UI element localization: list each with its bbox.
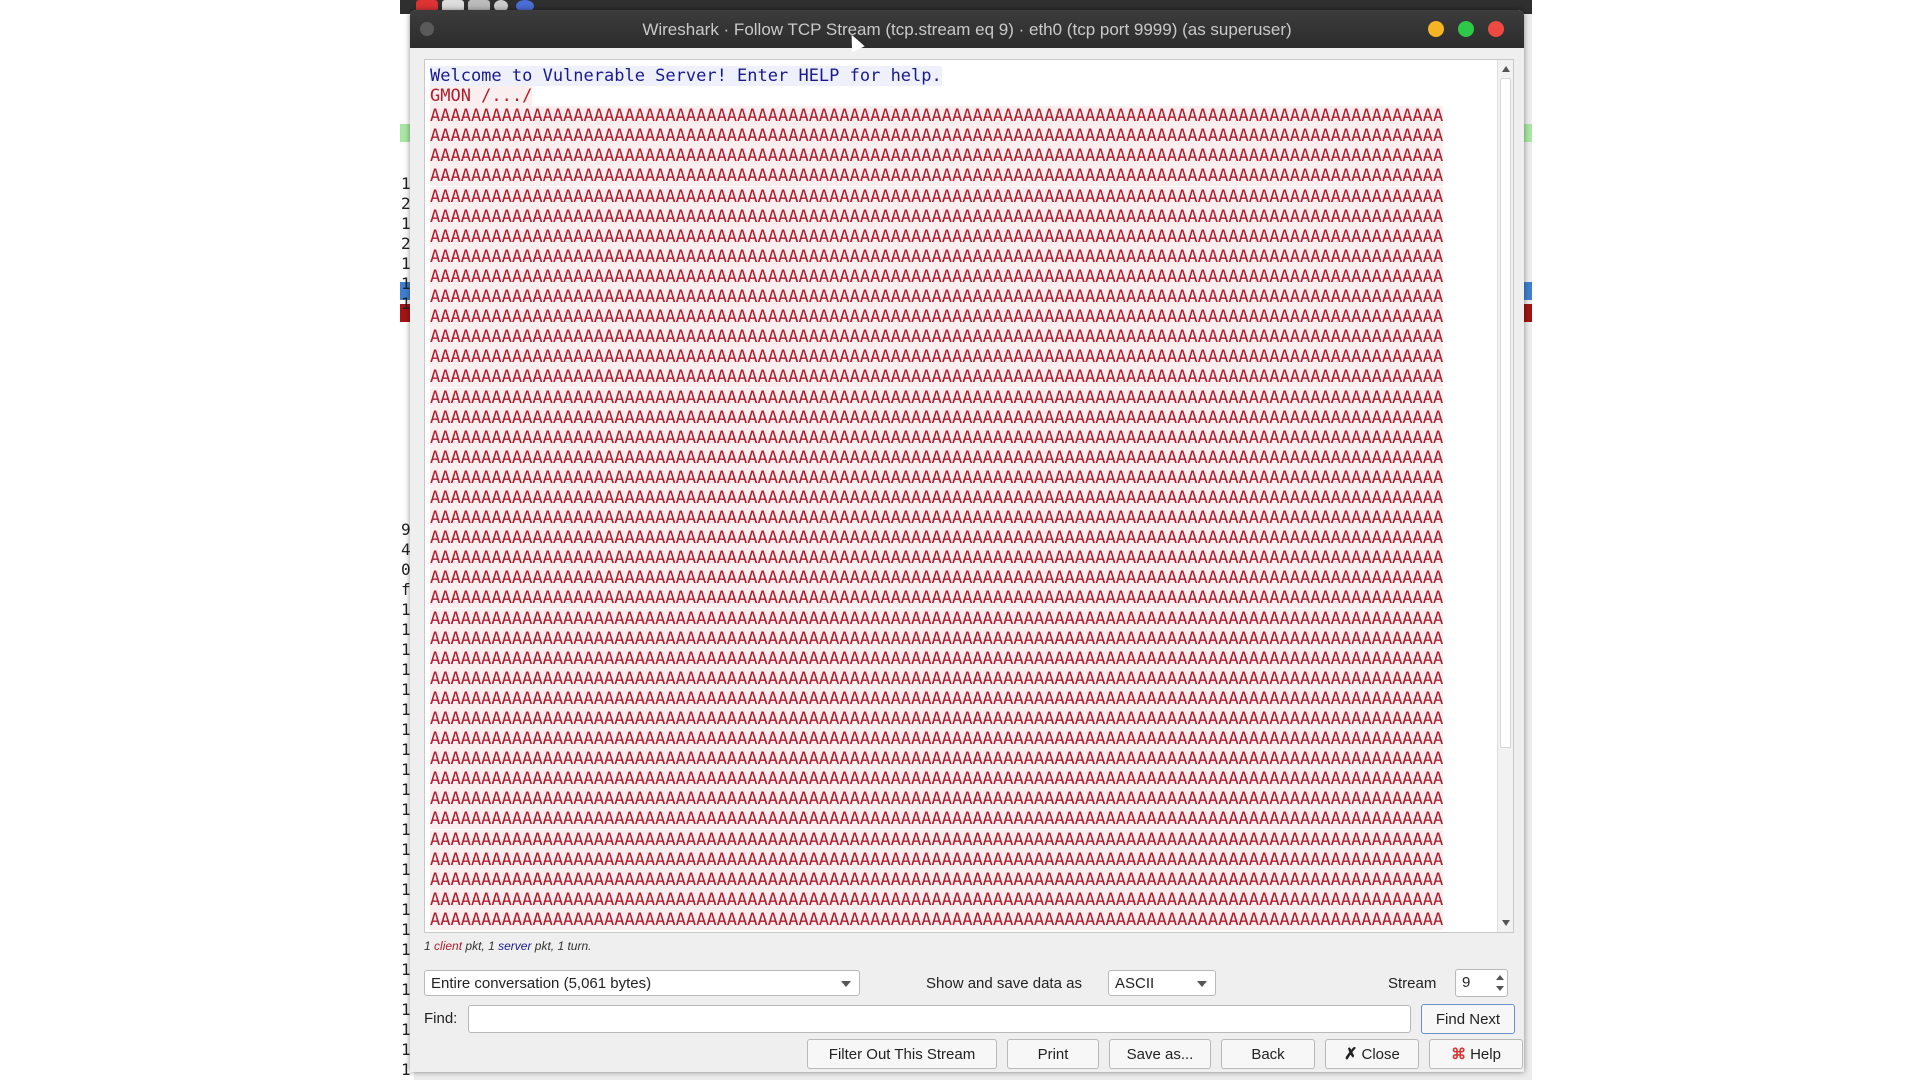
payload-row: AAAAAAAAAAAAAAAAAAAAAAAAAAAAAAAAAAAAAAAA… <box>430 487 1444 508</box>
find-next-button[interactable]: Find Next <box>1421 1004 1515 1034</box>
scroll-down-icon[interactable] <box>1502 920 1510 926</box>
summary-client-count: 1 <box>424 939 431 953</box>
stream-content-area[interactable]: Welcome to Vulnerable Server! Enter HELP… <box>424 59 1514 933</box>
data-format-value: ASCII <box>1115 975 1155 992</box>
show-data-label: Show and save data as <box>926 975 1082 992</box>
spin-up-icon[interactable] <box>1496 975 1504 980</box>
payload-row: AAAAAAAAAAAAAAAAAAAAAAAAAAAAAAAAAAAAAAAA… <box>430 769 1444 790</box>
payload-row: AAAAAAAAAAAAAAAAAAAAAAAAAAAAAAAAAAAAAAAA… <box>430 467 1444 488</box>
payload-row: AAAAAAAAAAAAAAAAAAAAAAAAAAAAAAAAAAAAAAAA… <box>430 347 1444 368</box>
conversation-select-value: Entire conversation (5,061 bytes) <box>431 975 652 992</box>
filter-out-label: Filter Out This Stream <box>828 1045 976 1063</box>
payload-row: AAAAAAAAAAAAAAAAAAAAAAAAAAAAAAAAAAAAAAAA… <box>430 327 1444 348</box>
window-close-button[interactable] <box>1488 21 1504 37</box>
payload-row: AAAAAAAAAAAAAAAAAAAAAAAAAAAAAAAAAAAAAAAA… <box>430 729 1444 750</box>
payload-row: AAAAAAAAAAAAAAAAAAAAAAAAAAAAAAAAAAAAAAAA… <box>430 106 1444 127</box>
payload-row: AAAAAAAAAAAAAAAAAAAAAAAAAAAAAAAAAAAAAAAA… <box>430 307 1444 328</box>
chevron-down-icon <box>1197 981 1207 987</box>
print-label: Print <box>1037 1045 1069 1063</box>
help-label: Help <box>1470 1045 1501 1063</box>
payload-row: AAAAAAAAAAAAAAAAAAAAAAAAAAAAAAAAAAAAAAAA… <box>430 126 1444 147</box>
maximize-button[interactable] <box>1458 21 1474 37</box>
summary-client-word: client <box>434 939 463 953</box>
payload-row: AAAAAAAAAAAAAAAAAAAAAAAAAAAAAAAAAAAAAAAA… <box>430 186 1444 207</box>
back-label: Back <box>1251 1045 1285 1063</box>
server-message: Welcome to Vulnerable Server! Enter HELP… <box>430 66 942 86</box>
payload-row: AAAAAAAAAAAAAAAAAAAAAAAAAAAAAAAAAAAAAAAA… <box>430 608 1444 629</box>
payload-row: AAAAAAAAAAAAAAAAAAAAAAAAAAAAAAAAAAAAAAAA… <box>430 668 1444 689</box>
save-as-label: Save as... <box>1126 1045 1194 1063</box>
payload-row: AAAAAAAAAAAAAAAAAAAAAAAAAAAAAAAAAAAAAAAA… <box>430 266 1444 287</box>
minimize-button[interactable] <box>1428 21 1444 37</box>
chevron-down-icon <box>841 981 851 987</box>
payload-row: AAAAAAAAAAAAAAAAAAAAAAAAAAAAAAAAAAAAAAAA… <box>430 688 1444 709</box>
packet-turn-summary: 1 client pkt, 1 server pkt, 1 turn. <box>424 939 591 953</box>
payload-row: AAAAAAAAAAAAAAAAAAAAAAAAAAAAAAAAAAAAAAAA… <box>430 427 1444 448</box>
payload-row: AAAAAAAAAAAAAAAAAAAAAAAAAAAAAAAAAAAAAAAA… <box>430 869 1444 890</box>
payload-row: AAAAAAAAAAAAAAAAAAAAAAAAAAAAAAAAAAAAAAAA… <box>430 447 1444 468</box>
payload-row: AAAAAAAAAAAAAAAAAAAAAAAAAAAAAAAAAAAAAAAA… <box>430 508 1444 529</box>
close-icon: ✗ <box>1344 1046 1358 1063</box>
dialog-titlebar[interactable]: Wireshark · Follow TCP Stream (tcp.strea… <box>410 10 1524 53</box>
stream-number-spinbox[interactable]: 9 <box>1455 969 1508 997</box>
payload-row: AAAAAAAAAAAAAAAAAAAAAAAAAAAAAAAAAAAAAAAA… <box>430 287 1444 308</box>
stream-text[interactable]: Welcome to Vulnerable Server! Enter HELP… <box>430 66 1490 930</box>
payload-row: AAAAAAAAAAAAAAAAAAAAAAAAAAAAAAAAAAAAAAAA… <box>430 648 1444 669</box>
scrollbar-thumb[interactable] <box>1500 78 1511 748</box>
vertical-scrollbar[interactable] <box>1497 60 1513 932</box>
stream-number-label: Stream <box>1388 975 1437 992</box>
help-icon: ⌘ <box>1451 1046 1467 1063</box>
payload-row: AAAAAAAAAAAAAAAAAAAAAAAAAAAAAAAAAAAAAAAA… <box>430 246 1444 267</box>
payload-row: AAAAAAAAAAAAAAAAAAAAAAAAAAAAAAAAAAAAAAAA… <box>430 709 1444 729</box>
summary-middle: pkt, 1 <box>465 939 495 953</box>
payload-row: AAAAAAAAAAAAAAAAAAAAAAAAAAAAAAAAAAAAAAAA… <box>430 789 1444 810</box>
client-payload-block: AAAAAAAAAAAAAAAAAAAAAAAAAAAAAAAAAAAAAAAA… <box>430 106 1444 930</box>
payload-row: AAAAAAAAAAAAAAAAAAAAAAAAAAAAAAAAAAAAAAAA… <box>430 809 1444 830</box>
find-input[interactable] <box>468 1005 1411 1033</box>
save-as-button[interactable]: Save as... <box>1109 1039 1211 1069</box>
stream-number-value: 9 <box>1462 974 1471 991</box>
filter-out-stream-button[interactable]: Filter Out This Stream <box>807 1039 997 1069</box>
back-button[interactable]: Back <box>1221 1039 1315 1069</box>
payload-row: AAAAAAAAAAAAAAAAAAAAAAAAAAAAAAAAAAAAAAAA… <box>430 166 1444 187</box>
payload-row: AAAAAAAAAAAAAAAAAAAAAAAAAAAAAAAAAAAAAAAA… <box>430 889 1444 910</box>
payload-row: AAAAAAAAAAAAAAAAAAAAAAAAAAAAAAAAAAAAAAAA… <box>430 226 1444 247</box>
close-label: Close <box>1361 1045 1400 1063</box>
close-button[interactable]: ✗ Close <box>1325 1039 1419 1069</box>
payload-row: AAAAAAAAAAAAAAAAAAAAAAAAAAAAAAAAAAAAAAAA… <box>430 367 1444 388</box>
print-button[interactable]: Print <box>1007 1039 1099 1069</box>
summary-tail: pkt, 1 turn. <box>534 939 592 953</box>
payload-row: AAAAAAAAAAAAAAAAAAAAAAAAAAAAAAAAAAAAAAAA… <box>430 909 1444 930</box>
payload-row: AAAAAAAAAAAAAAAAAAAAAAAAAAAAAAAAAAAAAAAA… <box>430 528 1444 549</box>
payload-row: AAAAAAAAAAAAAAAAAAAAAAAAAAAAAAAAAAAAAAAA… <box>430 387 1444 408</box>
help-button[interactable]: ⌘ Help <box>1429 1039 1523 1069</box>
follow-tcp-stream-dialog: Wireshark · Follow TCP Stream (tcp.strea… <box>410 10 1524 1072</box>
spin-down-icon[interactable] <box>1496 986 1504 991</box>
payload-row: AAAAAAAAAAAAAAAAAAAAAAAAAAAAAAAAAAAAAAAA… <box>430 849 1444 870</box>
payload-row: AAAAAAAAAAAAAAAAAAAAAAAAAAAAAAAAAAAAAAAA… <box>430 407 1444 428</box>
payload-row: AAAAAAAAAAAAAAAAAAAAAAAAAAAAAAAAAAAAAAAA… <box>430 206 1444 227</box>
find-label: Find: <box>424 1010 458 1027</box>
payload-row: AAAAAAAAAAAAAAAAAAAAAAAAAAAAAAAAAAAAAAAA… <box>430 146 1444 167</box>
conversation-select[interactable]: Entire conversation (5,061 bytes) <box>424 970 860 996</box>
payload-row: AAAAAAAAAAAAAAAAAAAAAAAAAAAAAAAAAAAAAAAA… <box>430 829 1444 850</box>
payload-row: AAAAAAAAAAAAAAAAAAAAAAAAAAAAAAAAAAAAAAAA… <box>430 749 1444 770</box>
scroll-up-icon[interactable] <box>1502 66 1510 72</box>
client-command: GMON /.../ <box>430 86 533 107</box>
summary-server-word: server <box>498 939 532 953</box>
dialog-title: Wireshark · Follow TCP Stream (tcp.strea… <box>642 20 1292 39</box>
data-format-select[interactable]: ASCII <box>1108 970 1216 996</box>
payload-row: AAAAAAAAAAAAAAAAAAAAAAAAAAAAAAAAAAAAAAAA… <box>430 588 1444 609</box>
payload-row: AAAAAAAAAAAAAAAAAAAAAAAAAAAAAAAAAAAAAAAA… <box>430 628 1444 649</box>
payload-row: AAAAAAAAAAAAAAAAAAAAAAAAAAAAAAAAAAAAAAAA… <box>430 548 1444 569</box>
payload-row: AAAAAAAAAAAAAAAAAAAAAAAAAAAAAAAAAAAAAAAA… <box>430 568 1444 589</box>
